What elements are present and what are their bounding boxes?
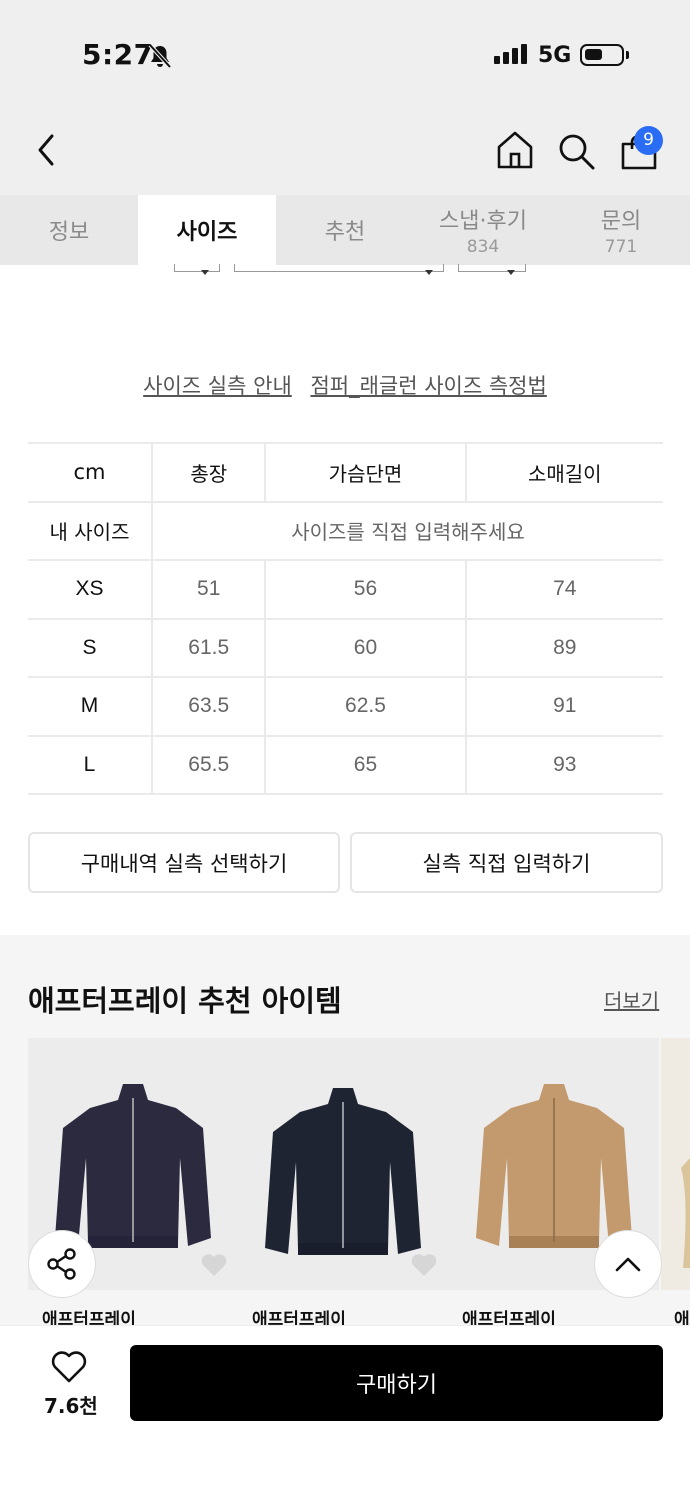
measure-method-link[interactable]: 점퍼_래글런 사이즈 측정법 — [310, 374, 546, 398]
size-guide-link[interactable]: 사이즈 실측 안내 — [143, 374, 292, 398]
column-header: 소매길이 — [464, 442, 663, 503]
measure-diagram-fragment — [174, 264, 220, 275]
heart-icon[interactable] — [50, 1350, 88, 1384]
scroll-top-button[interactable] — [594, 1230, 662, 1298]
table-cell: 63.5 — [150, 676, 267, 737]
purchase-history-measure-button[interactable]: 구매내역 실측 선택하기 — [28, 832, 340, 893]
size-guide-links: 사이즈 실측 안내 점퍼_래글런 사이즈 측정법 — [0, 370, 690, 400]
size-label: L — [28, 734, 153, 795]
table-header-row: cm 총장 가슴단면 소매길이 — [28, 442, 663, 503]
buy-button[interactable]: 구매하기 — [130, 1345, 663, 1421]
table-row: XS 51 56 74 — [28, 559, 663, 620]
chevron-up-icon — [615, 1257, 641, 1272]
tab-snap-review[interactable]: 스냅·후기 834 — [414, 195, 552, 265]
table-cell: 60 — [264, 617, 467, 678]
table-cell: 56 — [264, 559, 467, 620]
cart-count-badge: 9 — [634, 126, 663, 155]
measure-diagram-fragment — [234, 264, 444, 275]
network-type: 5G — [538, 43, 572, 68]
battery-icon — [580, 44, 624, 66]
table-cell: 61.5 — [150, 617, 267, 678]
tab-inquiry[interactable]: 문의 771 — [552, 195, 690, 265]
like-icon[interactable] — [200, 1252, 228, 1278]
jacket-image — [681, 1158, 690, 1268]
recommend-title: 애프터프레이 추천 아이템 — [28, 984, 342, 1018]
measure-diagram-fragment — [458, 264, 526, 275]
signal-icon — [494, 44, 527, 64]
table-cell: 91 — [464, 676, 663, 737]
more-link[interactable]: 더보기 — [604, 985, 659, 1014]
table-row: S 61.5 60 89 — [28, 617, 663, 678]
table-cell: 51 — [150, 559, 267, 620]
like-count: 7.6천 — [44, 1394, 98, 1418]
my-size-label: 내 사이즈 — [28, 500, 153, 561]
product-image[interactable] — [661, 1038, 690, 1290]
tab-size[interactable]: 사이즈 — [138, 195, 276, 265]
table-cell: 62.5 — [264, 676, 467, 737]
my-size-row: 내 사이즈 사이즈를 직접 입력해주세요 — [28, 500, 663, 561]
search-icon[interactable] — [558, 133, 596, 171]
status-bar: 5:27 5G — [0, 0, 690, 100]
tab-info[interactable]: 정보 — [0, 195, 138, 265]
share-button[interactable] — [28, 1230, 96, 1298]
table-cell: 74 — [464, 559, 663, 620]
table-cell: 93 — [464, 734, 663, 795]
size-label: XS — [28, 559, 153, 620]
home-icon[interactable] — [496, 130, 534, 170]
size-table: cm 총장 가슴단면 소매길이 내 사이즈 사이즈를 직접 입력해주세요 XS … — [28, 442, 663, 795]
table-row: L 65.5 65 93 — [28, 734, 663, 795]
my-size-input-prompt[interactable]: 사이즈를 직접 입력해주세요 — [151, 500, 663, 561]
size-label: M — [28, 676, 153, 737]
like-icon[interactable] — [410, 1252, 438, 1278]
column-header: 총장 — [150, 442, 267, 503]
table-row: M 63.5 62.5 91 — [28, 676, 663, 737]
battery-tip — [626, 51, 629, 59]
size-label: S — [28, 617, 153, 678]
table-cell: 89 — [464, 617, 663, 678]
bell-muted-icon — [148, 43, 172, 69]
share-icon — [47, 1248, 76, 1280]
column-header: cm — [28, 442, 153, 503]
table-cell: 65.5 — [150, 734, 267, 795]
back-icon[interactable] — [32, 132, 62, 168]
tab-recommend[interactable]: 추천 — [276, 195, 414, 265]
product-tabs: 정보 사이즈 추천 스냅·후기 834 문의 771 — [0, 195, 690, 265]
column-header: 가슴단면 — [264, 442, 467, 503]
table-cell: 65 — [264, 734, 467, 795]
direct-measure-input-button[interactable]: 실측 직접 입력하기 — [350, 832, 663, 893]
status-time: 5:27 — [82, 38, 154, 71]
